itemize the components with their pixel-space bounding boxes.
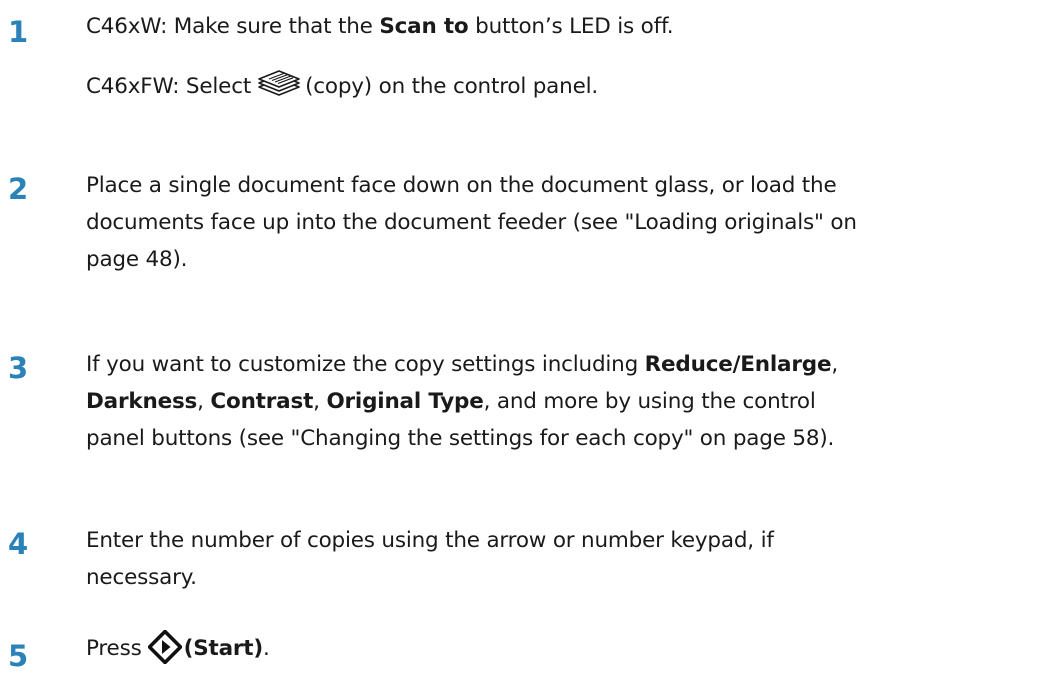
- step-line: Place a single document face down on the…: [86, 173, 837, 198]
- step-text-fragment: ,: [313, 389, 327, 414]
- step-text: C46xW: Make sure that the Scan to button…: [86, 8, 1026, 107]
- step-emphasis: Scan to: [379, 14, 469, 39]
- step-line: Press (Start).: [86, 628, 1026, 668]
- step-line: C46xW: Make sure that the Scan to button…: [86, 8, 1026, 45]
- step-text-fragment: If you want to customize the copy settin…: [86, 352, 645, 377]
- step-emphasis: Darkness: [86, 389, 198, 414]
- step-number: 2: [8, 172, 29, 206]
- step-text-fragment: ,: [197, 389, 211, 414]
- step-line: Enter the number of copies using the arr…: [86, 528, 774, 553]
- step-line: Darkness, Contrast, Original Type, and m…: [86, 383, 1026, 420]
- step-text-fragment: Press: [86, 636, 142, 661]
- step-number: 3: [8, 351, 29, 385]
- step-text-fragment: button’s LED is off.: [468, 14, 674, 39]
- copy-icon: [251, 67, 305, 107]
- step-text: If you want to customize the copy settin…: [86, 346, 1026, 457]
- step-line: necessary.: [86, 565, 197, 590]
- step-emphasis: (Start): [183, 636, 264, 661]
- step-text-fragment: .: [263, 636, 270, 661]
- step-emphasis: Reduce/Enlarge: [644, 352, 832, 377]
- step-text-fragment: ,: [831, 352, 838, 377]
- step-text-fragment: (copy) on the control panel.: [305, 74, 599, 99]
- step-number: 1: [8, 15, 29, 49]
- step-text: Press (Start).: [86, 628, 1026, 668]
- step-number: 4: [8, 527, 29, 561]
- step-emphasis: Contrast: [210, 389, 314, 414]
- step-line: panel buttons (see "Changing the setting…: [86, 426, 835, 451]
- step-text-fragment: , and more by using the control: [483, 389, 816, 414]
- step-number: 5: [8, 639, 29, 673]
- step-line: C46xFW: Select (copy) on the control pan…: [86, 67, 1026, 107]
- step-text: Enter the number of copies using the arr…: [86, 522, 1026, 596]
- step-emphasis: Original Type: [326, 389, 484, 414]
- start-icon: [142, 628, 184, 668]
- step-line: page 48).: [86, 247, 188, 272]
- step-text-fragment: C46xFW: Select: [86, 74, 252, 99]
- step-text: Place a single document face down on the…: [86, 167, 1026, 278]
- step-line: documents face up into the document feed…: [86, 210, 857, 235]
- step-text-fragment: C46xW: Make sure that the: [86, 14, 380, 39]
- step-line: If you want to customize the copy settin…: [86, 346, 1026, 383]
